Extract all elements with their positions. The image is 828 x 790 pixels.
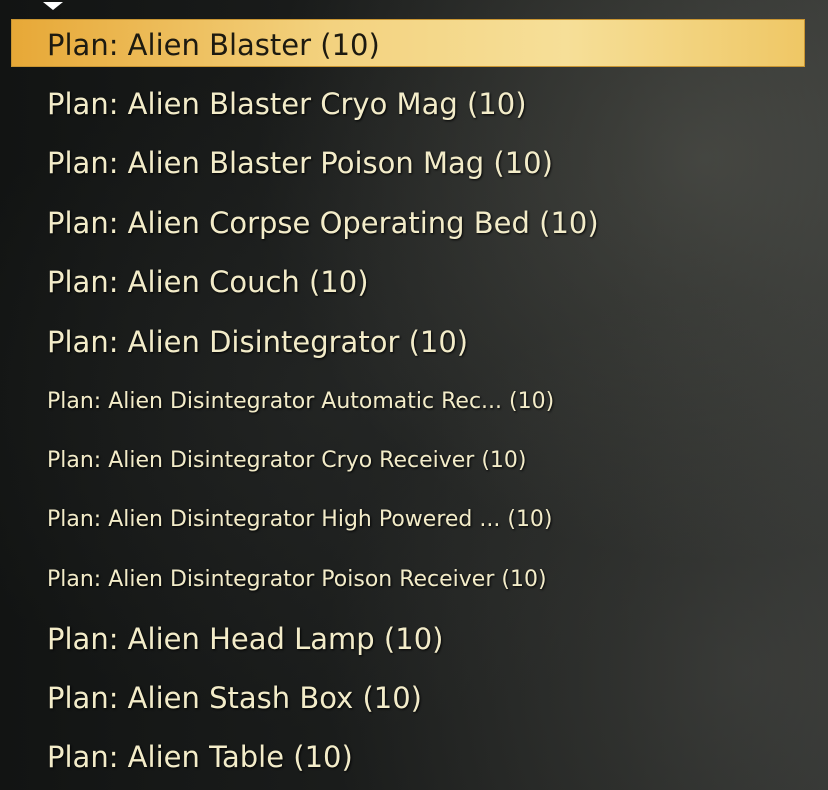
item-label: Plan: Alien Disintegrator (10) [47,324,469,359]
item-label: Plan: Alien Disintegrator Automatic Rec.… [47,388,555,414]
item-label: Plan: Alien Stash Box (10) [47,680,422,715]
scroll-up-arrow-icon[interactable] [43,2,63,10]
item-label: Plan: Alien Table (10) [47,740,353,775]
item-label: Plan: Alien Blaster Cryo Mag (10) [47,87,527,122]
item-label: Plan: Alien Disintegrator Poison Receive… [47,566,547,592]
item-label: Plan: Alien Blaster (10) [47,27,380,62]
list-item[interactable]: Plan: Alien Couch (10) [0,253,828,312]
list-item[interactable]: Plan: Alien Disintegrator Cryo Receiver … [0,431,828,490]
list-item[interactable]: Plan: Alien Disintegrator High Powered .… [0,490,828,549]
item-label: Plan: Alien Head Lamp (10) [47,621,444,656]
item-label: Plan: Alien Disintegrator High Powered .… [47,507,553,533]
list-item[interactable]: Plan: Alien Corpse Operating Bed (10) [0,193,828,252]
list-item[interactable]: Plan: Alien Table (10) [0,728,828,787]
list-item[interactable]: Plan: Alien Blaster Poison Mag (10) [0,134,828,193]
list-item[interactable]: Plan: Alien Disintegrator (10) [0,312,828,371]
item-label: Plan: Alien Couch (10) [47,265,369,300]
list-item[interactable]: Plan: Alien Blaster (10) [0,15,828,74]
list-item[interactable]: Plan: Alien Disintegrator Automatic Rec.… [0,371,828,430]
item-label: Plan: Alien Corpse Operating Bed (10) [47,205,599,240]
list-item[interactable]: Plan: Alien Blaster Cryo Mag (10) [0,74,828,133]
list-item[interactable]: Plan: Alien Head Lamp (10) [0,609,828,668]
plan-list: Plan: Alien Blaster (10) Plan: Alien Bla… [0,15,828,787]
list-item[interactable]: Plan: Alien Stash Box (10) [0,668,828,727]
item-label: Plan: Alien Blaster Poison Mag (10) [47,146,553,181]
list-item[interactable]: Plan: Alien Disintegrator Poison Receive… [0,550,828,609]
item-label: Plan: Alien Disintegrator Cryo Receiver … [47,447,527,473]
